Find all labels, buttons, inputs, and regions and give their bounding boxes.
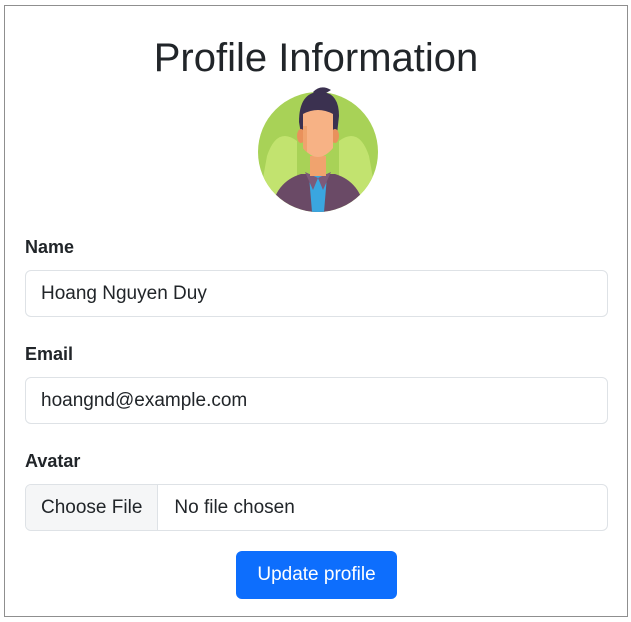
avatar-file-input[interactable]: Choose File No file chosen	[25, 484, 608, 531]
choose-file-button[interactable]: Choose File	[26, 485, 159, 530]
email-input[interactable]	[25, 377, 608, 424]
profile-card: Profile Information Name Hoang Nguyen Du…	[4, 5, 628, 617]
name-input[interactable]	[25, 270, 608, 317]
page-title: Profile Information	[153, 36, 479, 80]
user-avatar-icon	[258, 87, 378, 212]
avatar	[257, 86, 379, 212]
file-status-text: No file chosen	[174, 496, 295, 518]
email-label: Email	[25, 344, 74, 364]
avatar-label: Avatar	[25, 451, 81, 471]
name-label: Name	[25, 237, 75, 257]
update-profile-button[interactable]: Update profile	[236, 551, 397, 599]
